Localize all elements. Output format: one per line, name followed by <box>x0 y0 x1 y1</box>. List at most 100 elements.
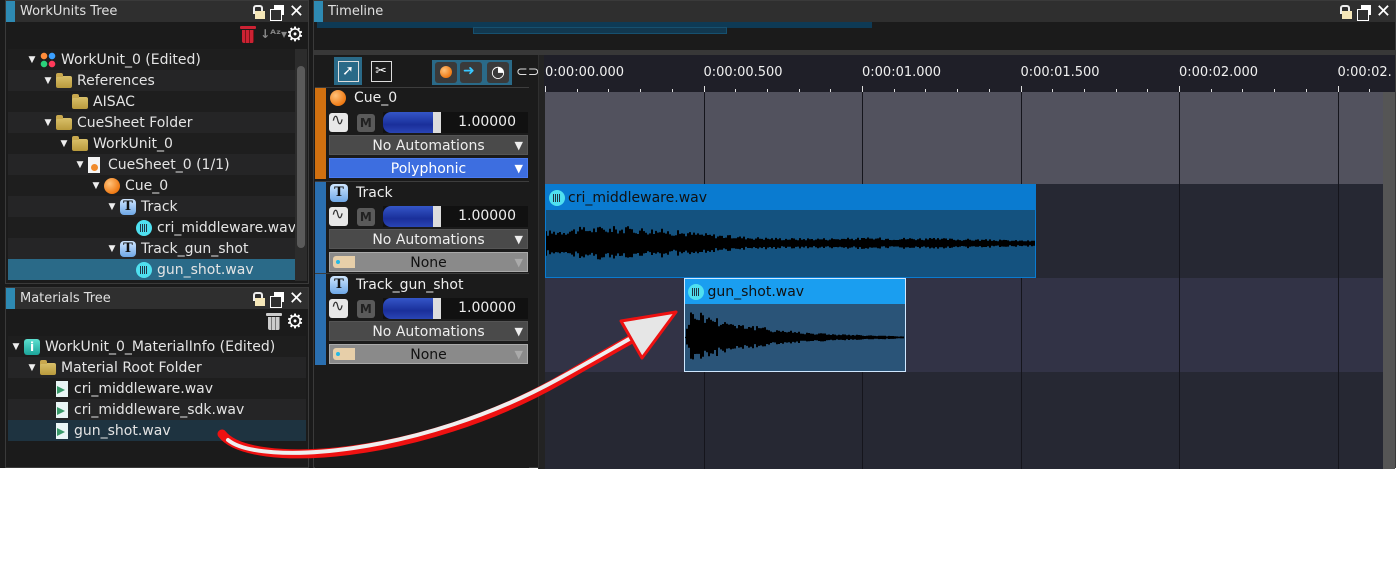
track-icon: T <box>330 276 348 294</box>
volume-knob[interactable] <box>432 206 441 227</box>
grid-line <box>1020 92 1022 469</box>
tree-item[interactable]: ▼ Cue_0 <box>8 175 296 196</box>
tree-item[interactable]: ▼ CueSheet_0 (1/1) <box>8 154 296 175</box>
jump-button[interactable] <box>460 62 482 83</box>
volume-slider[interactable]: 1.00000 <box>382 206 528 227</box>
close-icon[interactable]: ✕ <box>289 289 304 307</box>
track-icon: T <box>120 240 136 257</box>
timing-button[interactable] <box>487 62 509 83</box>
expand-triangle-icon[interactable]: ▼ <box>40 118 56 128</box>
waveform-icon <box>688 283 705 300</box>
cut-tool-button[interactable]: ✂ <box>367 57 395 85</box>
folder-open-icon <box>72 135 88 151</box>
tree-item[interactable]: cri_middleware.wav <box>8 378 306 399</box>
settings-gear-icon[interactable]: ⚙ <box>286 311 304 331</box>
automation-curve-icon[interactable] <box>329 113 348 132</box>
automation-curve-icon[interactable] <box>329 207 348 226</box>
timeline-lane[interactable] <box>545 372 1385 469</box>
expand-triangle-icon[interactable]: ▼ <box>104 244 120 254</box>
select-tool-button[interactable]: ➚ <box>334 57 362 85</box>
tree-item[interactable]: ▼ T Track_gun_shot <box>8 238 296 259</box>
tree-item-label: gun_shot.wav <box>157 261 254 278</box>
expand-triangle-icon[interactable]: ▼ <box>40 76 56 86</box>
expand-triangle-icon[interactable]: ▼ <box>24 55 40 65</box>
float-window-icon[interactable] <box>269 4 285 21</box>
close-icon[interactable]: ✕ <box>289 2 304 20</box>
tree-item[interactable]: cri_middleware.wav <box>8 217 296 238</box>
volume-knob[interactable] <box>432 298 441 319</box>
timeline-canvas[interactable]: cri_middleware.wav gun_shot.wav <box>545 92 1385 469</box>
waveform-icon <box>549 189 565 206</box>
dropdown-arrow-icon: ▼ <box>514 348 523 361</box>
timeline-vscrollbar[interactable] <box>1383 92 1395 469</box>
unlock-icon[interactable] <box>252 291 266 306</box>
cue-strip[interactable]: Cue_0 M 1.00000 No Automations ▼ Polyphonic ▼ <box>315 87 529 179</box>
settings-gear-icon[interactable]: ⚙ <box>286 24 304 44</box>
tracklist-divider[interactable] <box>538 55 545 469</box>
tree-item-label: Cue_0 <box>125 177 169 194</box>
unlock-icon[interactable] <box>1339 4 1353 19</box>
volume-slider[interactable]: 1.00000 <box>382 298 528 319</box>
mute-button[interactable]: M <box>356 207 375 226</box>
workunits-toolbar: ↓ᴬᶻ▾ ⚙ <box>6 22 308 46</box>
tree-item[interactable]: cri_middleware_sdk.wav <box>8 399 306 420</box>
expand-triangle-icon[interactable]: ▼ <box>104 202 120 212</box>
tree-item[interactable]: gun_shot.wav <box>8 259 296 280</box>
scrollbar-thumb[interactable] <box>297 66 305 248</box>
delete-icon[interactable] <box>266 312 283 331</box>
tree-item[interactable]: ▼ CueSheet Folder <box>8 112 296 133</box>
automation-dropdown[interactable]: No Automations ▼ <box>329 321 528 341</box>
sort-az-icon[interactable]: ↓ᴬᶻ▾ <box>260 28 287 40</box>
waveform-clip[interactable]: cri_middleware.wav <box>545 184 1037 278</box>
float-window-icon[interactable] <box>269 291 285 308</box>
expand-triangle-icon[interactable]: ▼ <box>8 342 24 352</box>
expand-triangle-icon[interactable]: ▼ <box>72 160 88 170</box>
waveform-icon <box>136 261 152 278</box>
tree-item[interactable]: ▼ WorkUnit_0 <box>8 133 296 154</box>
track-strip[interactable]: T Track M 1.00000 No Automations ▼ None ▼ <box>315 181 529 273</box>
overview-viewport[interactable] <box>473 27 727 34</box>
tree-item[interactable]: ▼ References <box>8 70 296 91</box>
tree-item-label: CueSheet Folder <box>77 114 193 131</box>
track-option-dropdown[interactable]: None ▼ <box>329 344 528 364</box>
automation-curve-icon[interactable] <box>329 299 348 318</box>
expand-triangle-icon[interactable]: ▼ <box>56 139 72 149</box>
volume-slider[interactable]: 1.00000 <box>382 112 528 133</box>
expand-triangle-icon[interactable]: ▼ <box>24 363 40 373</box>
float-window-icon[interactable] <box>1356 4 1372 21</box>
timeline-overview[interactable] <box>315 22 1395 50</box>
tree-item[interactable]: ▼ Material Root Folder <box>8 357 306 378</box>
unlock-icon[interactable] <box>252 4 266 19</box>
dropdown-value: Polyphonic <box>390 161 467 177</box>
tree-item[interactable]: ▼ T Track <box>8 196 296 217</box>
automation-value: No Automations <box>372 138 485 154</box>
automation-dropdown[interactable]: No Automations ▼ <box>329 135 528 155</box>
expand-triangle-icon[interactable]: ▼ <box>88 181 104 191</box>
volume-knob[interactable] <box>432 112 441 133</box>
tree-item[interactable]: AISAC <box>8 91 296 112</box>
tree-item-label: CueSheet_0 (1/1) <box>108 156 230 173</box>
strip-name: Track <box>356 185 393 201</box>
automation-dropdown[interactable]: No Automations ▼ <box>329 229 528 249</box>
tree-item[interactable]: ▼ i WorkUnit_0_MaterialInfo (Edited) <box>8 336 306 357</box>
mute-button[interactable]: M <box>356 113 375 132</box>
mute-button[interactable]: M <box>356 299 375 318</box>
workunit-icon <box>40 51 56 68</box>
delete-icon[interactable] <box>240 25 257 44</box>
time-ruler[interactable]: 0:00:00.000 0:00:00.500 0:00:01.000 0:00:01… <box>544 55 1395 92</box>
tree-item[interactable]: gun_shot.wav <box>8 420 306 441</box>
workunits-scrollbar[interactable] <box>295 49 307 281</box>
track-strip[interactable]: TTrack_gun_shotM1.00000No Automations▼No… <box>315 273 529 365</box>
material-file-icon <box>56 422 68 439</box>
playback-mode-dropdown[interactable]: Polyphonic ▼ <box>329 158 528 178</box>
link-icon[interactable]: ⊂⊃ <box>516 64 539 80</box>
volume-fill <box>382 206 433 227</box>
cue-mode-button[interactable] <box>435 62 457 83</box>
timeline-lane[interactable] <box>545 92 1385 184</box>
ruler-tick-label: 0:00:01.000 <box>862 65 942 80</box>
timeline-lane[interactable] <box>545 278 1385 372</box>
waveform-clip[interactable]: gun_shot.wav <box>684 278 907 372</box>
track-option-dropdown[interactable]: None ▼ <box>329 252 528 272</box>
tree-item[interactable]: ▼ WorkUnit_0 (Edited) <box>8 49 296 70</box>
close-icon[interactable]: ✕ <box>1376 2 1391 20</box>
